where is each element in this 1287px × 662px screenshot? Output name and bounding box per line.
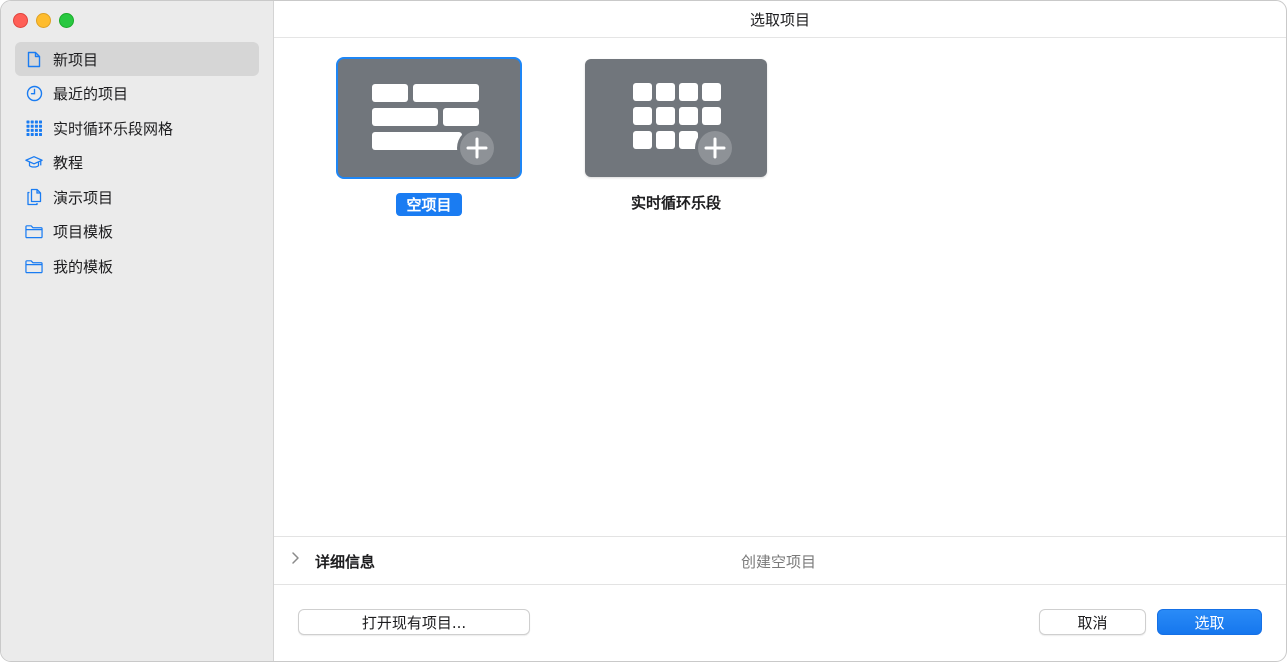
folder-icon — [25, 223, 43, 241]
close-window-button[interactable] — [13, 13, 28, 28]
details-toggle-label[interactable]: 详细信息 — [315, 551, 375, 572]
cancel-button[interactable]: 取消 — [1039, 609, 1146, 635]
sidebar-nav: 新项目 最近的项目 实时循环乐段网格 教程 演示项目 项目模板 我的模板 — [15, 42, 259, 284]
sidebar-item-my-templates[interactable]: 我的模板 — [15, 249, 259, 283]
clock-icon — [25, 85, 43, 103]
tile-empty-project[interactable]: 空项目 — [336, 57, 522, 216]
chevron-right-icon[interactable] — [290, 551, 300, 569]
tile-thumbnail[interactable] — [336, 57, 522, 179]
sidebar-item-label: 实时循环乐段网格 — [53, 119, 174, 138]
zoom-window-button[interactable] — [59, 13, 74, 28]
project-gallery: 空项目 实时循环乐段 — [336, 57, 769, 216]
folder-icon — [25, 257, 43, 275]
sidebar-item-label: 演示项目 — [53, 188, 114, 207]
sidebar: 新项目 最近的项目 实时循环乐段网格 教程 演示项目 项目模板 我的模板 — [1, 1, 274, 661]
sidebar-item-label: 教程 — [53, 154, 84, 172]
tile-live-loops[interactable]: 实时循环乐段 — [583, 57, 769, 216]
window-controls — [13, 13, 74, 28]
details-description: 创建空项目 — [741, 553, 817, 571]
sidebar-item-label: 最近的项目 — [53, 85, 129, 103]
grid-plus-icon — [633, 83, 735, 168]
open-existing-project-button[interactable]: 打开现有项目... — [298, 609, 530, 635]
window-title: 选取项目 — [274, 1, 1286, 38]
details-bar: 详细信息 创建空项目 — [274, 536, 1286, 585]
choose-project-window: 新项目 最近的项目 实时循环乐段网格 教程 演示项目 项目模板 我的模板 选取项… — [0, 0, 1287, 662]
tile-label: 实时循环乐段 — [630, 194, 721, 212]
sidebar-item-new-project[interactable]: 新项目 — [15, 42, 259, 76]
sidebar-item-label: 我的模板 — [53, 257, 114, 276]
document-icon — [25, 50, 43, 68]
sidebar-item-demo-projects[interactable]: 演示项目 — [15, 180, 259, 214]
choose-button[interactable]: 选取 — [1157, 609, 1262, 635]
tile-thumbnail[interactable] — [585, 59, 767, 177]
sidebar-item-tutorials[interactable]: 教程 — [15, 146, 259, 180]
grid-icon — [25, 119, 43, 137]
sidebar-item-label: 新项目 — [53, 50, 99, 69]
documents-icon — [25, 188, 43, 206]
sidebar-item-label: 项目模板 — [53, 223, 114, 241]
tile-label: 空项目 — [396, 193, 462, 216]
main-panel: 选取项目 空项目 实时循环乐段 详细信息 创建空项目 打开现有项目... 取消 … — [274, 1, 1286, 661]
sidebar-item-project-templates[interactable]: 项目模板 — [15, 215, 259, 249]
minimize-window-button[interactable] — [36, 13, 51, 28]
sidebar-item-live-loops-grid[interactable]: 实时循环乐段网格 — [15, 111, 259, 145]
sidebar-item-recent-projects[interactable]: 最近的项目 — [15, 77, 259, 111]
graduation-cap-icon — [25, 154, 43, 172]
tracks-plus-icon — [372, 84, 497, 168]
